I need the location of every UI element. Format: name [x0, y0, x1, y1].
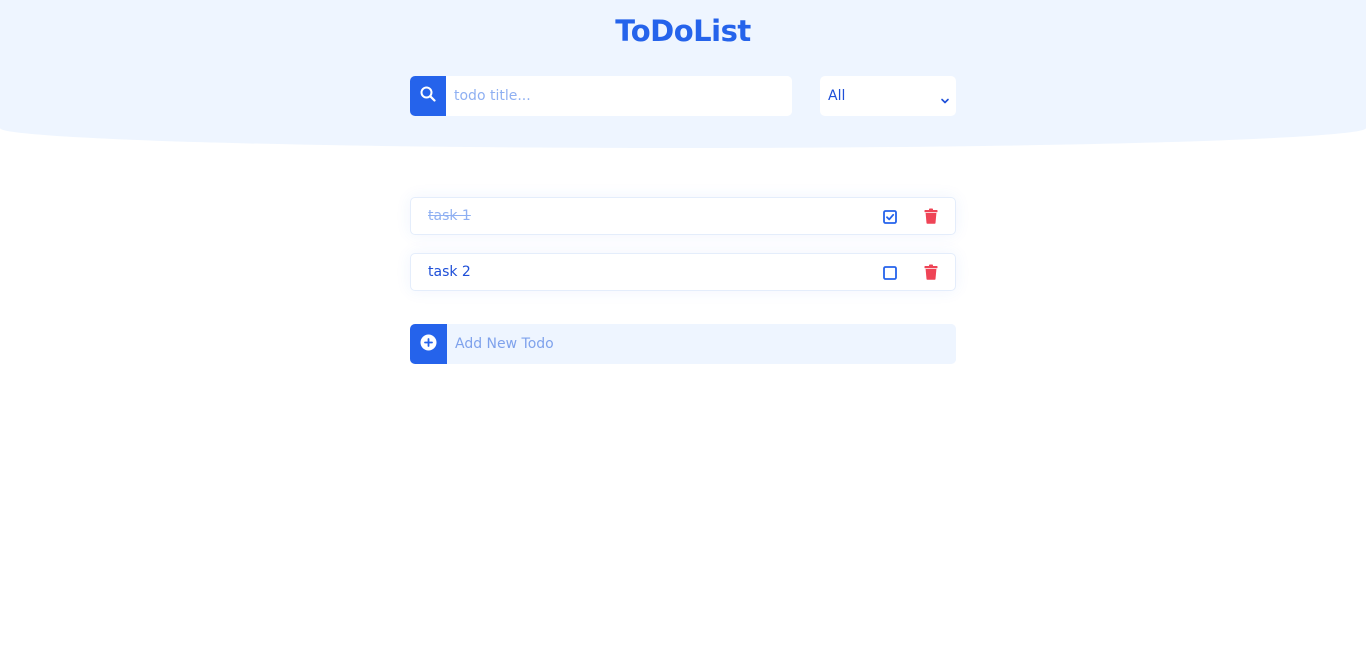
checkbox-checked-icon[interactable]	[883, 209, 897, 224]
add-todo-button[interactable]	[410, 324, 447, 364]
filter-selected-value: All	[828, 88, 846, 104]
search-input[interactable]	[446, 76, 792, 116]
trash-icon[interactable]	[924, 208, 938, 224]
search-bar	[410, 76, 792, 116]
filter-select[interactable]: All	[820, 76, 956, 116]
trash-icon[interactable]	[924, 264, 938, 280]
todo-item: task 2	[410, 253, 956, 291]
todo-label: task 1	[428, 208, 471, 224]
todo-label: task 2	[428, 264, 471, 280]
add-todo-input[interactable]	[447, 324, 956, 364]
todo-item: task 1	[410, 197, 956, 235]
page-title: ToDoList	[615, 14, 751, 48]
header: ToDoList All	[0, 0, 1366, 148]
chevron-down-icon	[940, 91, 950, 104]
checkbox-empty-icon[interactable]	[883, 265, 897, 280]
search-icon	[420, 86, 436, 106]
add-todo-bar	[410, 324, 956, 364]
plus-circle-icon	[420, 334, 437, 355]
search-button[interactable]	[410, 76, 446, 116]
